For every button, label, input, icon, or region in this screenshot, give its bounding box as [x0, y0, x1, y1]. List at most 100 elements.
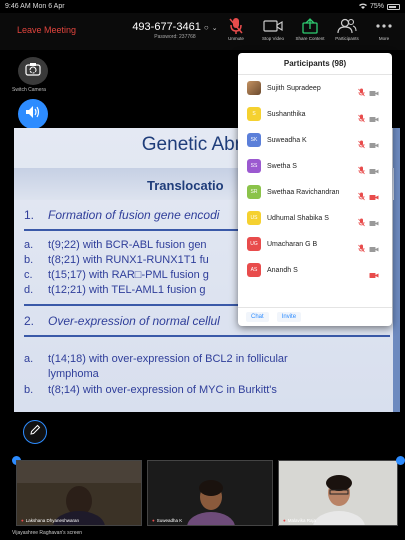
wifi-icon [358, 3, 367, 11]
video-thumbnail[interactable]: ● Malavika Raja [278, 460, 398, 526]
participant-name: Swethaa Ravichandran [267, 188, 340, 196]
leave-meeting-button[interactable]: Leave Meeting [17, 25, 76, 35]
speaker-button[interactable] [18, 99, 48, 129]
switch-camera-label: Switch Camera [12, 87, 46, 93]
participant-name: Udhumal Shabika S [267, 214, 329, 222]
chat-button[interactable]: Chat [246, 312, 269, 322]
slide-line: lymphoma [48, 368, 99, 380]
video-feed-image [279, 461, 397, 525]
slide-line: a. t(9;22) with BCR-ABL fusion gen [24, 239, 207, 251]
mic-muted-icon [358, 214, 365, 232]
unmute-button[interactable]: Unmute [221, 16, 251, 41]
camera-switch-icon [25, 62, 41, 81]
video-off-icon [369, 110, 379, 128]
gallery-toggle-right[interactable] [396, 456, 405, 465]
avatar: S [247, 107, 261, 121]
mic-muted-icon: ● [283, 518, 286, 523]
video-thumbnail[interactable]: ● Lakshana Dhyaneshwaran [16, 460, 142, 526]
slide-side-bar [393, 128, 400, 412]
speaker-icon [25, 105, 41, 124]
slide-line: a. t(14;18) with over-expression of BCL2 … [24, 353, 288, 365]
video-stopped-icon [369, 188, 379, 206]
participants-footer: Chat Invite [238, 307, 392, 326]
annotate-button[interactable] [23, 420, 47, 444]
participant-row[interactable]: S Sushanthika [238, 101, 392, 127]
participant-name: Anandh S [267, 266, 298, 274]
video-feed-image [148, 461, 272, 525]
share-content-button[interactable]: Share Content [295, 16, 325, 41]
stop-video-button[interactable]: Stop Video [258, 16, 288, 41]
participant-row[interactable]: SS Swetha S [238, 153, 392, 179]
participants-title: Participants (98) [238, 53, 392, 75]
slide-divider [24, 335, 390, 337]
mic-muted-icon [358, 84, 365, 102]
battery-icon [387, 3, 400, 10]
slide-line: d. t(12;21) with TEL-AML1 fusion g [24, 284, 206, 296]
status-bar: 9:46 AM Mon 6 Apr 75% [0, 0, 405, 13]
video-off-icon [369, 162, 379, 180]
battery-percent: 75% [369, 3, 384, 10]
switch-camera-button[interactable] [18, 57, 48, 85]
slide-line: c. t(15;17) with RAR□-PML fusion g [24, 269, 209, 281]
meeting-top-bar: Leave Meeting 493-677-3461 ○ ⌄ Password:… [0, 13, 405, 50]
participant-name: Lakshana Dhyaneshwaran [25, 518, 80, 523]
participant-name: Suweadha K [267, 136, 307, 144]
avatar: UG [247, 237, 261, 251]
mic-muted-icon [229, 16, 243, 36]
avatar: SR [247, 185, 261, 199]
meeting-info[interactable]: 493-677-3461 ○ ⌄ Password: 237768 [120, 21, 230, 40]
participant-name: Sujith Supradeep [267, 84, 321, 92]
status-date: Mon 6 Apr [32, 3, 65, 10]
participant-row[interactable]: SR Swethaa Ravichandran [238, 179, 392, 205]
participant-row[interactable]: Sujith Supradeep [238, 75, 392, 101]
slide-line: b. t(8;21) with RUNX1-RUNX1T1 fu [24, 254, 209, 266]
video-off-icon [369, 214, 379, 232]
mic-muted-icon: ● [152, 518, 155, 523]
participant-name: Malavika Raja [287, 518, 316, 523]
pencil-icon [29, 423, 41, 441]
video-icon [263, 16, 283, 36]
mic-muted-icon: ● [21, 518, 24, 523]
participant-row[interactable]: SK Suweadha K [238, 127, 392, 153]
video-off-icon [369, 84, 379, 102]
meeting-id: 493-677-3461 [132, 21, 201, 33]
participant-name: Suweadha K [156, 518, 183, 523]
video-off-icon [369, 136, 379, 154]
meeting-password: Password: 237768 [154, 34, 196, 40]
mic-muted-icon [358, 240, 365, 258]
video-feed-image [17, 461, 141, 525]
participants-icon [337, 16, 357, 36]
participant-row[interactable]: UG Umacharan G B [238, 231, 392, 257]
slide-line: 2. Over-expression of normal cellul [24, 314, 220, 328]
slide-line: 1. Formation of fusion gene encodi [24, 208, 220, 222]
more-button[interactable]: More [369, 16, 399, 41]
participants-button[interactable]: Participants [332, 16, 362, 41]
avatar: SS [247, 159, 261, 173]
avatar [247, 81, 261, 95]
participants-panel: Participants (98) Sujith Supradeep S Susha… [238, 53, 392, 326]
more-icon [376, 16, 392, 36]
avatar: US [247, 211, 261, 225]
mic-muted-icon [358, 136, 365, 154]
video-thumbnail[interactable]: ● Suweadha K [147, 460, 273, 526]
video-off-icon [369, 240, 379, 258]
participant-name: Swetha S [267, 162, 297, 170]
avatar: SK [247, 133, 261, 147]
share-icon [302, 16, 318, 36]
avatar: AS [247, 263, 261, 277]
video-stopped-icon [369, 266, 379, 284]
mic-muted-icon [358, 110, 365, 128]
slide-subtitle: Translocatio [147, 178, 224, 193]
participant-row[interactable]: AS Anandh S [238, 257, 392, 283]
participant-row[interactable]: US Udhumal Shabika S [238, 205, 392, 231]
status-time: 9:46 AM [5, 3, 31, 10]
participant-name: Sushanthika [267, 110, 306, 118]
slide-line: b. t(8;14) with over-expression of MYC in… [24, 384, 277, 396]
screen-owner-label: Vijayashree Raghavan's screen [12, 530, 83, 536]
mic-muted-icon [358, 188, 365, 206]
chevron-down-icon: ⌄ [211, 25, 218, 32]
participant-name: Umacharan G B [267, 240, 318, 248]
mic-muted-icon [358, 162, 365, 180]
lock-icon: ○ [203, 23, 209, 32]
invite-button[interactable]: Invite [276, 312, 302, 322]
